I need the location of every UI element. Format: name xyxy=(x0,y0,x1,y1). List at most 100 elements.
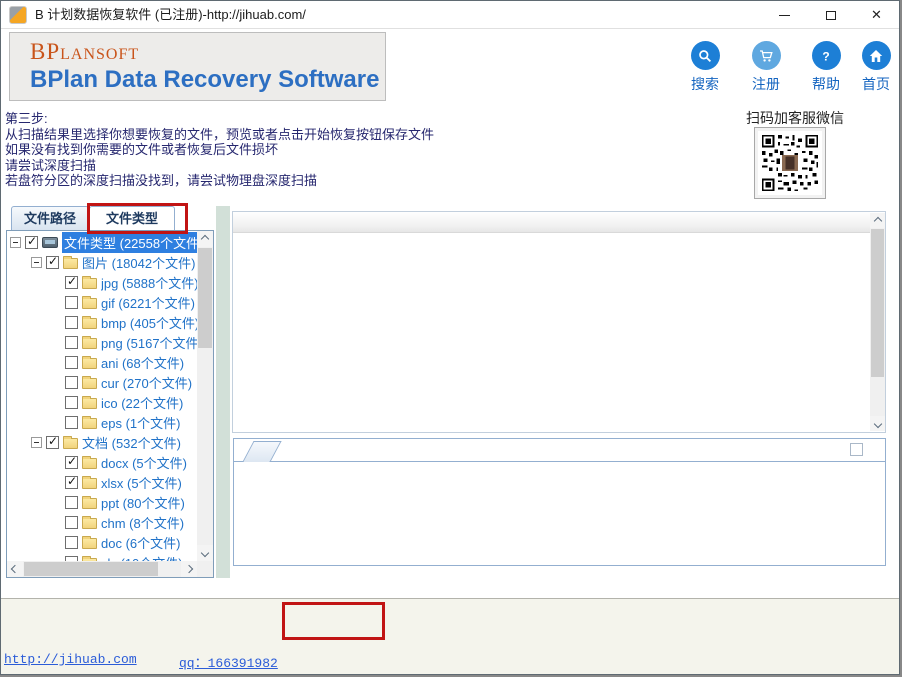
scrollbar-thumb[interactable] xyxy=(198,248,212,348)
folder-icon xyxy=(82,498,97,509)
scroll-down-arrow[interactable] xyxy=(197,545,213,561)
preview-panel xyxy=(233,438,886,566)
tree-item-label: doc (6个文件) xyxy=(101,533,197,552)
checkbox[interactable] xyxy=(65,296,78,309)
folder-icon xyxy=(82,338,97,349)
panel-splitter[interactable] xyxy=(216,206,230,578)
tree-item[interactable]: 文件类型 (22558个文件) xyxy=(7,232,197,252)
brand-tagline: BPlan Data Recovery Software xyxy=(30,65,385,95)
folder-icon xyxy=(82,378,97,389)
checkbox[interactable] xyxy=(65,536,78,549)
scrollbar-corner xyxy=(197,561,213,577)
tree-item[interactable]: ico (22个文件) xyxy=(7,392,197,412)
scrollbar-thumb[interactable] xyxy=(871,229,884,377)
checkbox[interactable] xyxy=(46,436,59,449)
checkbox[interactable] xyxy=(65,496,78,509)
vertical-scrollbar[interactable] xyxy=(197,231,213,561)
checkbox[interactable] xyxy=(65,356,78,369)
app-window: B 计划数据恢复软件 (已注册)-http://jihuab.com/ ✕ BP… xyxy=(0,0,900,675)
tab-file-path[interactable]: 文件路径 xyxy=(11,206,89,230)
list-body xyxy=(233,234,869,432)
checkbox[interactable] xyxy=(65,396,78,409)
tree-item[interactable]: gif (6221个文件) xyxy=(7,292,197,312)
tree-item-label: bmp (405个文件) xyxy=(101,313,197,332)
tree-item-label: cur (270个文件) xyxy=(101,373,197,392)
folder-icon xyxy=(63,438,78,449)
folder-icon xyxy=(82,478,97,489)
folder-icon xyxy=(82,538,97,549)
checkbox[interactable] xyxy=(65,416,78,429)
scroll-left-arrow[interactable] xyxy=(7,561,23,577)
tree-item[interactable]: 图片 (18042个文件) xyxy=(7,252,197,272)
checkbox[interactable] xyxy=(65,316,78,329)
computer-icon xyxy=(42,237,58,248)
scroll-up-arrow[interactable] xyxy=(870,213,885,228)
tree-item[interactable]: eps (1个文件) xyxy=(7,412,197,432)
close-button[interactable]: ✕ xyxy=(854,1,899,29)
checkbox[interactable] xyxy=(65,476,78,489)
tree-item[interactable]: docx (5个文件) xyxy=(7,452,197,472)
tree-item-label: chm (8个文件) xyxy=(101,513,197,532)
tree-item[interactable]: doc (6个文件) xyxy=(7,532,197,552)
tree-item[interactable]: xlsx (5个文件) xyxy=(7,472,197,492)
vertical-scrollbar[interactable] xyxy=(870,213,885,431)
checkbox[interactable] xyxy=(65,516,78,529)
tree-item-label: ani (68个文件) xyxy=(101,353,197,372)
tree-item[interactable]: cur (270个文件) xyxy=(7,372,197,392)
tree-item[interactable]: bmp (405个文件) xyxy=(7,312,197,332)
minimize-button[interactable] xyxy=(762,1,807,29)
checkbox[interactable] xyxy=(65,376,78,389)
horizontal-scrollbar[interactable] xyxy=(7,561,197,577)
tree-item[interactable]: xls (10个文件) xyxy=(7,552,197,561)
checkbox[interactable] xyxy=(65,336,78,349)
maximize-icon xyxy=(826,11,836,20)
register-icon xyxy=(758,48,774,64)
maximize-button[interactable] xyxy=(808,1,853,29)
collapse-toggle-icon[interactable] xyxy=(31,257,42,268)
scrollbar-thumb[interactable] xyxy=(24,562,158,576)
svg-text:?: ? xyxy=(822,49,829,63)
collapse-toggle-icon[interactable] xyxy=(31,437,42,448)
scroll-up-arrow[interactable] xyxy=(197,231,213,247)
nav-search[interactable]: 搜索 xyxy=(683,41,727,94)
scroll-down-arrow[interactable] xyxy=(870,416,885,431)
folder-icon xyxy=(82,398,97,409)
folder-icon xyxy=(82,518,97,529)
checkbox[interactable] xyxy=(65,276,78,289)
folder-icon xyxy=(82,418,97,429)
close-icon: ✕ xyxy=(871,7,882,23)
collapse-toggle-icon[interactable] xyxy=(10,237,21,248)
tree-item[interactable]: jpg (5888个文件) xyxy=(7,272,197,292)
tree-item[interactable]: ppt (80个文件) xyxy=(7,492,197,512)
checkbox[interactable] xyxy=(65,456,78,469)
qq-link[interactable]: qq：166391982 xyxy=(179,652,278,671)
tab-file-type[interactable]: 文件类型 xyxy=(89,206,175,230)
tree-view: 文件类型 (22558个文件) 图片 (18042个文件) jpg (5888个… xyxy=(7,232,197,561)
titlebar: B 计划数据恢复软件 (已注册)-http://jihuab.com/ ✕ xyxy=(1,1,899,29)
search-icon xyxy=(697,48,713,64)
tree-item-label: 图片 (18042个文件) xyxy=(82,253,197,272)
logo-banner: BPlansoft BPlan Data Recovery Software xyxy=(9,32,386,101)
nav-help[interactable]: ? 帮助 xyxy=(804,41,848,94)
preview-tab-bar xyxy=(234,439,885,462)
checkbox[interactable] xyxy=(25,236,38,249)
checkbox[interactable] xyxy=(46,256,59,269)
tree-item[interactable]: chm (8个文件) xyxy=(7,512,197,532)
folder-icon xyxy=(82,298,97,309)
scan-result-list xyxy=(232,211,886,433)
scroll-right-arrow[interactable] xyxy=(181,561,197,577)
tree-item-label: docx (5个文件) xyxy=(101,453,197,472)
nav-register[interactable]: 注册 xyxy=(744,41,788,94)
list-header xyxy=(233,212,885,233)
tree-item[interactable]: 文档 (532个文件) xyxy=(7,432,197,452)
help-icon: ? xyxy=(818,48,834,64)
nav-label: 注册 xyxy=(744,74,788,94)
nav-label: 帮助 xyxy=(804,74,848,94)
nav-home[interactable]: 首页 xyxy=(854,41,898,94)
instruction-line: 如果没有找到你需要的文件或者恢复后文件损坏 xyxy=(5,142,434,158)
instruction-line: 第三步: xyxy=(5,111,434,127)
website-link[interactable]: http://jihuab.com xyxy=(4,652,137,667)
file-type-tree-panel: 文件类型 (22558个文件) 图片 (18042个文件) jpg (5888个… xyxy=(6,230,214,578)
tree-item[interactable]: ani (68个文件) xyxy=(7,352,197,372)
tree-item[interactable]: png (5167个文件) xyxy=(7,332,197,352)
